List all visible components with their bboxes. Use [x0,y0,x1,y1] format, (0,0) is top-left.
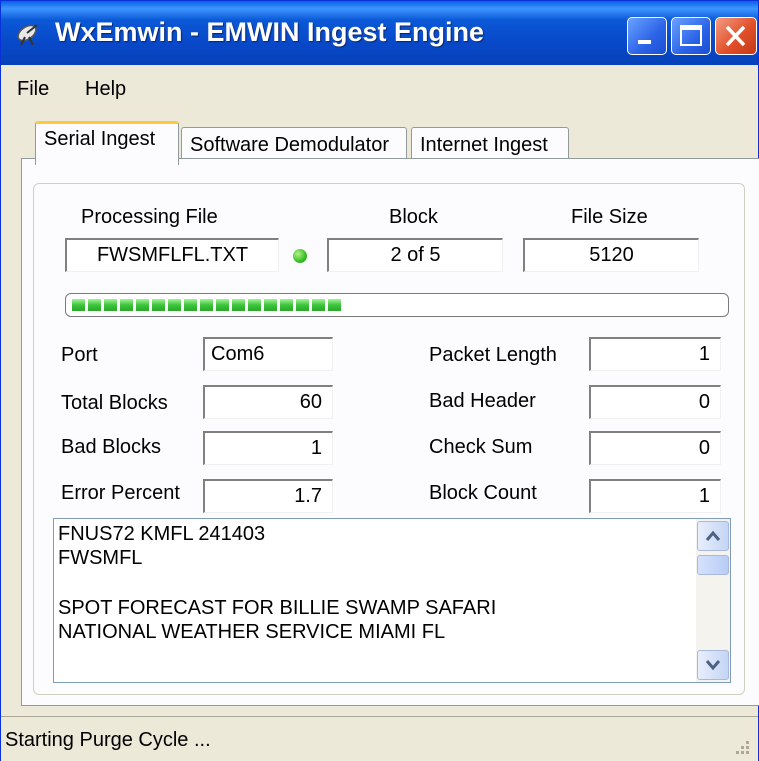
title-bar[interactable]: WxEmwin - EMWIN Ingest Engine [1,1,758,65]
maximize-icon [680,25,702,46]
progress-segment [232,299,245,311]
processing-file-field: FWSMFLFL.TXT [65,238,279,272]
total-blocks-label: Total Blocks [61,392,168,414]
block-label: Block [389,206,438,228]
file-size-label: File Size [571,206,648,228]
window-title: WxEmwin - EMWIN Ingest Engine [55,17,485,47]
file-size-field: 5120 [523,238,699,272]
menu-file[interactable]: File [17,78,49,101]
bad-blocks-label: Bad Blocks [61,436,162,458]
progress-segment [200,299,213,311]
status-led-icon [293,249,307,263]
progress-segment [136,299,149,311]
progress-segment [104,299,117,311]
port-label: Port [61,344,98,366]
close-icon [725,25,746,47]
scroll-thumb[interactable] [697,555,729,575]
progress-segment [312,299,325,311]
menu-help[interactable]: Help [85,78,126,101]
progress-segment [120,299,133,311]
processing-file-label: Processing File [81,206,218,228]
progress-segment [280,299,293,311]
check-sum-label: Check Sum [429,436,533,458]
error-percent-label: Error Percent [61,482,180,504]
vertical-scrollbar[interactable] [696,519,730,682]
chevron-down-icon [705,660,721,671]
text-line: SPOT FORECAST FOR BILLIE SWAMP SAFARI [58,597,497,619]
close-button[interactable] [715,17,757,55]
progress-segment [184,299,197,311]
block-field: 2 of 5 [327,238,503,272]
status-text: Starting Purge Cycle ... [5,729,211,751]
maximize-button[interactable] [671,17,711,55]
scroll-down-button[interactable] [697,650,729,680]
block-count-label: Block Count [429,482,537,504]
menu-bar: File Help [1,65,758,111]
satellite-dish-icon [17,24,38,46]
transfer-progress-bar [65,293,729,317]
message-text-area[interactable]: FNUS72 KMFL 241403 FWSMFL SPOT FORECAST … [53,518,731,683]
progress-segment [168,299,181,311]
scroll-up-button[interactable] [697,521,729,551]
chevron-up-icon [705,530,721,541]
resize-grip-icon[interactable] [730,735,752,757]
progress-segment [328,299,341,311]
progress-segment [88,299,101,311]
text-line: NATIONAL WEATHER SERVICE MIAMI FL [58,621,446,643]
main-window: WxEmwin - EMWIN Ingest Engine File Help … [0,0,759,761]
bad-header-field: 0 [589,385,721,419]
status-bar: Starting Purge Cycle ... [1,716,758,761]
progress-segment [216,299,229,311]
progress-fill [72,299,722,311]
progress-segment [152,299,165,311]
port-field: Com6 [203,337,333,371]
progress-segment [264,299,277,311]
progress-segment [72,299,85,311]
text-line: FWSMFL [58,547,143,569]
minimize-icon [638,40,651,44]
bad-blocks-field: 1 [203,431,333,465]
tab-serial-ingest[interactable]: Serial Ingest [35,121,179,165]
progress-segment [296,299,309,311]
block-count-field: 1 [589,479,721,513]
packet-length-field: 1 [589,337,721,371]
packet-length-label: Packet Length [429,344,557,366]
check-sum-field: 0 [589,431,721,465]
total-blocks-field: 60 [203,385,333,419]
bad-header-label: Bad Header [429,390,536,412]
error-percent-field: 1.7 [203,479,333,513]
progress-segment [248,299,261,311]
text-line: FNUS72 KMFL 241403 [58,523,266,545]
minimize-button[interactable] [627,17,667,55]
